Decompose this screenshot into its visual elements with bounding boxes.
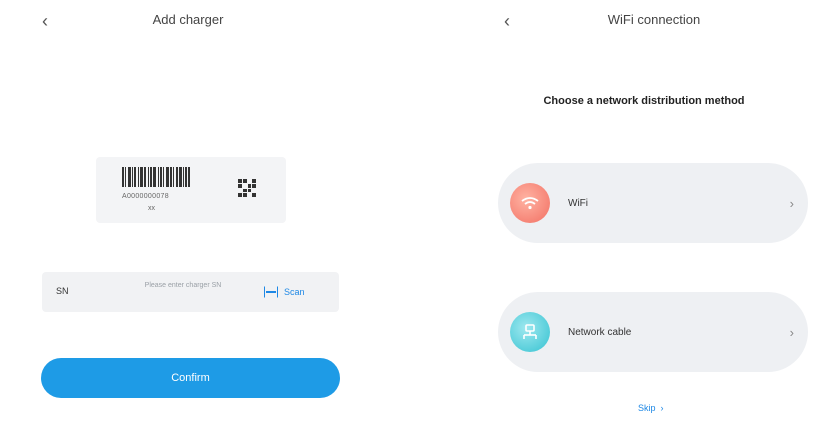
- scan-icon: [264, 286, 278, 298]
- network-cable-method-option[interactable]: Network cable ›: [498, 292, 808, 372]
- sn-input-field[interactable]: SN Please enter charger SN Scan: [42, 272, 339, 312]
- barcode-number: A0000000078: [122, 193, 169, 200]
- network-cable-method-label: Network cable: [568, 326, 632, 338]
- wifi-icon: [510, 183, 550, 223]
- wifi-connection-screen: ‹ WiFi connection Choose a network distr…: [470, 0, 818, 436]
- back-chevron-icon[interactable]: ‹: [496, 10, 518, 32]
- qr-code-icon: [238, 179, 256, 197]
- wifi-method-option[interactable]: WiFi ›: [498, 163, 808, 243]
- barcode-icon: [122, 167, 196, 187]
- chevron-right-icon: ›: [789, 324, 794, 340]
- page-title: WiFi connection: [607, 12, 701, 27]
- section-heading: Choose a network distribution method: [543, 95, 745, 107]
- skip-label: Skip: [638, 403, 656, 413]
- skip-link[interactable]: Skip ›: [638, 403, 664, 413]
- sn-sample-card: A0000000078 xx: [96, 157, 286, 223]
- scan-button[interactable]: Scan: [264, 283, 305, 301]
- chevron-right-icon: ›: [789, 195, 794, 211]
- confirm-button[interactable]: Confirm: [41, 358, 340, 398]
- wifi-method-label: WiFi: [568, 197, 588, 209]
- chevron-right-icon: ›: [658, 403, 664, 413]
- back-chevron-icon[interactable]: ‹: [34, 10, 56, 32]
- page-title: Add charger: [152, 12, 224, 27]
- add-charger-screen: ‹ Add charger A0000000078 xx SN Please e…: [0, 0, 380, 436]
- sn-label: SN: [56, 286, 69, 296]
- barcode-caption: xx: [148, 205, 155, 212]
- sn-input-placeholder[interactable]: Please enter charger SN: [138, 280, 228, 291]
- scan-label: Scan: [284, 287, 305, 297]
- network-cable-icon: [510, 312, 550, 352]
